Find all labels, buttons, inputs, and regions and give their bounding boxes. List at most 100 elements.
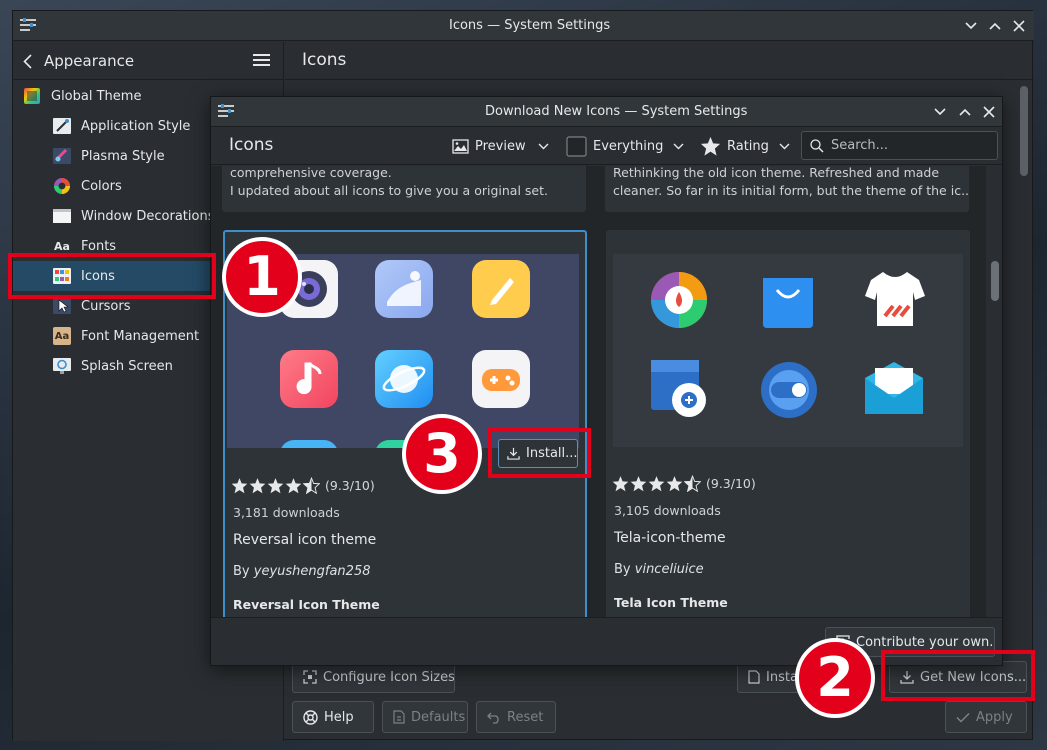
undo-icon [487, 711, 507, 724]
card-description: Rethinking the old icon theme. Refreshed… [613, 166, 940, 180]
annotation-badge-2: 2 [795, 638, 875, 718]
annotation-box-get-new-icons [881, 650, 1035, 701]
notes-app-icon [472, 260, 530, 318]
dialog-maximize-button[interactable] [955, 102, 975, 122]
annotation-box-icons [8, 253, 216, 299]
dialog-heading: Icons [229, 135, 274, 155]
star-full-icon [267, 478, 284, 494]
file-icon [748, 670, 766, 684]
annotation-badge-3: 3 [402, 414, 482, 494]
filter-dropdown[interactable]: Everything [566, 132, 690, 160]
help-button[interactable]: Help [292, 701, 374, 733]
checkmark-icon [956, 712, 976, 723]
image-icon [452, 138, 475, 154]
icon-theme-grid: comprehensive coverage. I updated about … [211, 166, 986, 617]
system-settings-app-icon [217, 103, 235, 119]
dialog-minimize-button[interactable] [930, 102, 950, 122]
minimize-button[interactable] [961, 16, 981, 36]
application-style-icon [52, 116, 72, 136]
theme-subtitle: Reversal Icon Theme [233, 597, 380, 612]
cursors-icon [52, 296, 72, 316]
maximize-button[interactable] [985, 16, 1005, 36]
sidebar-item-label: Splash Screen [81, 358, 173, 374]
back-button[interactable]: Appearance [23, 51, 134, 71]
global-theme-icon [22, 86, 42, 106]
hamburger-menu-button[interactable] [253, 53, 270, 67]
search-field[interactable] [801, 131, 998, 160]
card-description: cleaner. So far in its initial form, but… [613, 183, 969, 198]
sidebar-item-label: Font Management [81, 328, 200, 344]
search-icon [810, 138, 824, 153]
chevron-down-icon [673, 143, 690, 150]
dialog-scrollbar[interactable] [986, 166, 1002, 617]
game-app-icon [472, 350, 530, 408]
sidebar-item-label: Colors [81, 178, 122, 194]
font-management-icon: Aa [52, 326, 72, 346]
icon-theme-card-top-left[interactable]: comprehensive coverage. I updated about … [222, 166, 586, 212]
star-icon [700, 136, 727, 156]
sidebar-item-label: Plasma Style [81, 148, 165, 164]
card-rating: (9.3/10) [612, 475, 756, 492]
card-rating: (9.3/10) [231, 477, 375, 494]
card-description: I updated about all icons to give you a … [230, 183, 548, 198]
partial-app-icon [280, 440, 338, 448]
system-settings-app-icon [19, 17, 37, 33]
sidebar-item-label: Cursors [81, 298, 131, 314]
star-half-icon [303, 477, 320, 494]
card-description: comprehensive coverage. [230, 166, 392, 180]
configure-icon [303, 670, 323, 684]
apply-button[interactable]: Apply [945, 701, 1027, 733]
main-scrollbar-thumb[interactable] [1020, 86, 1028, 176]
star-full-icon [648, 476, 665, 492]
star-full-icon [249, 478, 266, 494]
page-title: Icons [302, 50, 347, 70]
chevron-down-icon [779, 143, 796, 150]
defaults-icon [393, 710, 411, 724]
dialog-title: Download New Icons — System Settings [485, 104, 748, 119]
rating-text: (9.3/10) [325, 478, 375, 493]
annotation-box-install [488, 428, 591, 478]
sidebar-item-label: Fonts [81, 238, 117, 254]
sidebar-item-label: Window Decorations [81, 208, 215, 224]
star-half-icon [684, 475, 701, 492]
icon-theme-card-tela[interactable]: (9.3/10) 3,105 downloads Tela-icon-theme… [606, 230, 970, 617]
card-preview-image [613, 254, 963, 447]
window-app-icon [649, 358, 709, 418]
colors-icon [52, 176, 72, 196]
dialog-close-button[interactable] [979, 102, 999, 122]
chevron-down-icon [538, 143, 555, 150]
toggle-app-icon [759, 360, 819, 420]
icon-theme-card-top-right[interactable]: Rethinking the old icon theme. Refreshed… [605, 166, 969, 212]
star-full-icon [285, 478, 302, 494]
checkbox-icon [566, 135, 593, 157]
window-decorations-icon [52, 206, 72, 226]
star-full-icon [612, 476, 629, 492]
music-app-icon [280, 350, 338, 408]
reset-button[interactable]: Reset [476, 701, 556, 733]
sidebar-back-label: Appearance [44, 52, 135, 70]
plasma-style-icon [52, 146, 72, 166]
close-button[interactable] [1009, 16, 1029, 36]
main-scrollbar[interactable] [1017, 83, 1031, 738]
view-mode-dropdown[interactable]: Preview [452, 132, 555, 160]
sidebar-header: Appearance [13, 42, 284, 80]
star-full-icon [666, 476, 683, 492]
color-wheel-app-icon [649, 270, 709, 330]
dialog-toolbar: Icons Preview Everything Rating [211, 127, 1002, 165]
hamburger-icon [253, 53, 270, 67]
help-icon [303, 709, 324, 725]
mail-app-icon [863, 360, 925, 418]
star-full-icon [630, 476, 647, 492]
star-full-icon [231, 478, 248, 494]
chevron-left-icon [23, 53, 32, 69]
download-count: 3,181 downloads [233, 505, 340, 520]
download-count: 3,105 downloads [614, 503, 721, 518]
dialog-titlebar: Download New Icons — System Settings [211, 97, 1002, 127]
sort-dropdown[interactable]: Rating [700, 132, 796, 160]
dialog-scrollbar-thumb[interactable] [991, 261, 999, 301]
search-input[interactable] [831, 138, 991, 153]
main-window-title: Icons — System Settings [449, 18, 611, 33]
defaults-button[interactable]: Defaults [382, 701, 468, 733]
content-header: Icons [285, 42, 1034, 80]
theme-author: By vinceliuice [614, 562, 704, 577]
